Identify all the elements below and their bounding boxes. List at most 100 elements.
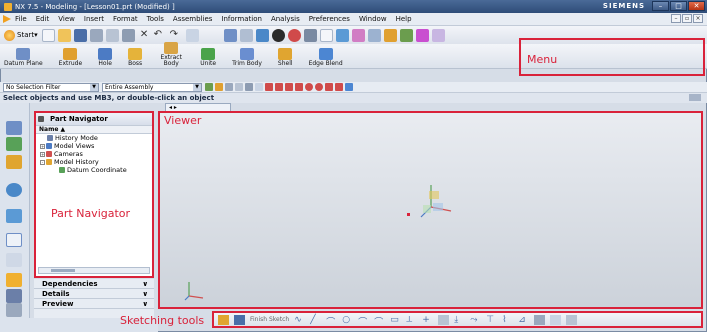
arc-center-snap-icon[interactable] [305, 83, 313, 91]
undo-icon[interactable]: ↶ [154, 29, 167, 42]
measure-icon[interactable] [399, 28, 413, 42]
fillet-icon[interactable]: ⌒ [358, 315, 369, 328]
arc-icon[interactable]: ⌒ [326, 315, 337, 328]
midpoint-snap-icon[interactable] [275, 83, 283, 91]
line-icon[interactable]: ╱ [310, 315, 321, 325]
menu-format[interactable]: Format [113, 15, 138, 23]
selection-filter-dropdown[interactable]: No Selection Filter ▼ [3, 82, 99, 92]
quadrant-snap-icon[interactable] [315, 83, 323, 91]
analysis-icon[interactable] [383, 28, 397, 42]
menu-preferences[interactable]: Preferences [309, 15, 350, 23]
open-folder-icon[interactable] [57, 28, 71, 42]
finish-sketch-label[interactable]: Finish Sketch [250, 316, 289, 323]
menu-file[interactable]: File [15, 15, 27, 23]
constraints-icon[interactable] [550, 314, 562, 325]
scrollbar-thumb[interactable] [51, 269, 75, 272]
wcs-icon[interactable] [367, 28, 381, 42]
shaded-icon[interactable] [271, 28, 285, 42]
snap-icon[interactable] [205, 83, 213, 91]
face-rule-icon[interactable] [235, 83, 243, 91]
existing-point-snap-icon[interactable] [325, 83, 333, 91]
chamfer-icon[interactable]: ⌒ [374, 315, 385, 328]
minimize-button[interactable]: – [652, 1, 669, 11]
panel-preview[interactable]: Preview ∨ [34, 299, 154, 309]
project-curve-icon[interactable] [534, 314, 546, 325]
delete-icon[interactable]: ✕ [138, 29, 151, 42]
pin-icon[interactable] [38, 116, 44, 122]
shell-button[interactable]: Shell [278, 48, 293, 68]
doc-restore-button[interactable]: ▫ [682, 14, 692, 23]
collapse-icon[interactable]: - [40, 159, 45, 165]
paste-icon[interactable] [121, 28, 135, 42]
trim-body-button[interactable]: Trim Body [232, 48, 262, 68]
sketch-icon[interactable] [218, 314, 229, 325]
mirror-curve-icon[interactable]: ⊿ [518, 315, 529, 325]
finish-sketch-icon[interactable] [234, 314, 245, 325]
horizontal-scrollbar[interactable] [38, 267, 150, 274]
point-icon[interactable] [215, 83, 223, 91]
constraint-navigator-tab[interactable] [6, 137, 22, 151]
expand-icon[interactable]: + [40, 143, 45, 149]
point-icon[interactable]: + [422, 315, 433, 325]
roles-tab[interactable] [6, 303, 22, 317]
redo-icon[interactable]: ↷ [170, 29, 183, 42]
tree-node[interactable]: History Mode [36, 134, 152, 142]
new-file-icon[interactable] [41, 28, 55, 42]
quick-extend-icon[interactable]: ⤳ [470, 315, 481, 325]
point-on-face-snap-icon[interactable] [345, 83, 353, 91]
offset-curve-icon[interactable]: ⌇ [502, 315, 513, 325]
menu-analysis[interactable]: Analysis [271, 15, 300, 23]
doc-minimize-button[interactable]: – [671, 14, 681, 23]
hd3d-tools-tab[interactable] [6, 209, 22, 223]
work-layer-icon[interactable] [335, 28, 349, 42]
reuse-library-tab[interactable] [6, 183, 22, 197]
menu-view[interactable]: View [58, 15, 75, 23]
layer-icon[interactable] [319, 28, 333, 42]
studio-spline-icon[interactable] [438, 314, 450, 325]
assembly-navigator-tab[interactable] [6, 121, 22, 135]
orient-view-icon[interactable] [239, 28, 253, 42]
profile-icon[interactable]: ∿ [294, 315, 305, 325]
menu-information[interactable]: Information [221, 15, 262, 23]
close-button[interactable]: ✕ [688, 1, 705, 11]
edge-rule-icon[interactable] [255, 83, 263, 91]
menu-assemblies[interactable]: Assemblies [173, 15, 213, 23]
body-rule-icon[interactable] [245, 83, 253, 91]
datum-csys-icon[interactable] [417, 181, 457, 221]
panel-details[interactable]: Details ∨ [34, 289, 154, 299]
quick-trim-icon[interactable]: ⤓ [454, 315, 465, 325]
datum-plane-button[interactable]: Datum Plane [4, 48, 43, 68]
make-corner-icon[interactable]: ⊤ [486, 315, 497, 325]
curve-rule-icon[interactable] [225, 83, 233, 91]
extract-body-button[interactable]: Extract Body [158, 42, 184, 68]
extrude-button[interactable]: Extrude [59, 48, 82, 68]
tree-node[interactable]: + Model Views [36, 142, 152, 150]
selection-scope-dropdown[interactable]: Entire Assembly ▼ [102, 82, 202, 92]
tree-node[interactable]: + Cameras [36, 150, 152, 158]
intersection-snap-icon[interactable] [295, 83, 303, 91]
copy-icon[interactable] [105, 28, 119, 42]
cue-toggle-icon[interactable] [689, 94, 701, 101]
edit-section-icon[interactable] [287, 28, 301, 42]
tree-node[interactable]: - Model History [36, 158, 152, 166]
tree-node[interactable]: Datum Coordinate [36, 166, 152, 174]
menu-edit[interactable]: Edit [36, 15, 50, 23]
process-studio-tab[interactable] [6, 289, 22, 303]
edge-blend-button[interactable]: Edge Blend [309, 48, 343, 68]
dimension-icon[interactable] [566, 314, 578, 325]
point-on-curve-snap-icon[interactable] [335, 83, 343, 91]
save-icon[interactable] [73, 28, 87, 42]
menu-tools[interactable]: Tools [147, 15, 164, 23]
cut-icon[interactable] [89, 28, 103, 42]
history-tab[interactable] [6, 253, 22, 267]
selection-icon[interactable] [185, 28, 199, 42]
polygon-icon[interactable]: ⟂ [406, 315, 417, 325]
customize-icon[interactable] [431, 28, 445, 42]
maximize-button[interactable]: □ [670, 1, 687, 11]
visualization-icon[interactable] [415, 28, 429, 42]
clipping-icon[interactable] [303, 28, 317, 42]
menu-help[interactable]: Help [396, 15, 412, 23]
start-button[interactable]: Start ▾ [4, 29, 38, 41]
expand-icon[interactable]: + [40, 151, 45, 157]
rectangle-icon[interactable]: ▭ [390, 315, 401, 325]
